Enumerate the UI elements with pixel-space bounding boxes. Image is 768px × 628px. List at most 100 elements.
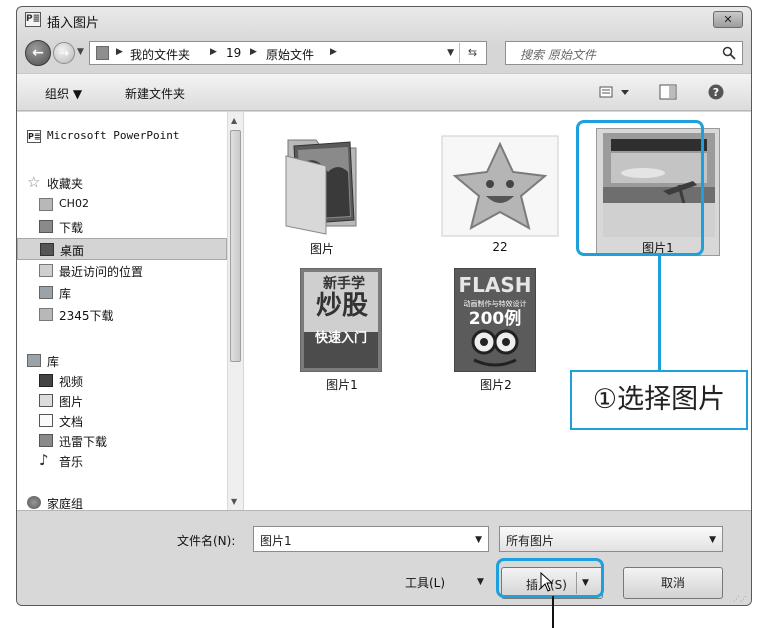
nav-item-documents[interactable]: 文档 — [17, 410, 227, 432]
scroll-thumb[interactable] — [230, 130, 241, 362]
cover-title-line3: 200例 — [469, 308, 522, 329]
nav-item-thunder-downloads[interactable]: 迅雷下载 — [17, 430, 227, 452]
tools-button[interactable]: 工具(L) — [405, 574, 445, 591]
search-icon[interactable] — [722, 46, 736, 60]
flash-book-cover: FLASH 动画制作与特效设计 200例 — [454, 268, 536, 372]
folder-icon — [39, 198, 53, 211]
address-row: ← → ▼ ▶ 我的文件夹 ▶ 19 ▶ 原始文件 ▶ ▼ ⇆ 搜索 原始文件 — [17, 37, 751, 69]
address-dropdown-icon[interactable]: ▼ — [447, 48, 454, 58]
breadcrumb-item[interactable]: 我的文件夹 — [130, 46, 190, 63]
nav-label: 收藏夹 — [47, 177, 84, 191]
back-button[interactable]: ← — [25, 40, 51, 66]
nav-label: 图片 — [59, 395, 84, 409]
star-icon: ☆ — [27, 173, 41, 191]
resize-grip-icon[interactable]: ⋰⋰ — [733, 595, 747, 603]
nav-item-favorites[interactable]: ☆ 收藏夹 — [17, 172, 227, 194]
cover-title-line1: FLASH — [458, 273, 531, 297]
insert-picture-dialog: P≣ 插入图片 ✕ ← → ▼ ▶ 我的文件夹 ▶ 19 ▶ 原始文件 ▶ ▼ … — [16, 6, 752, 606]
nav-label: 库 — [47, 355, 60, 369]
chevron-right-icon[interactable]: ▶ — [250, 47, 257, 57]
scroll-up-icon[interactable]: ▲ — [231, 116, 237, 125]
file-item-star[interactable]: 22 — [440, 134, 560, 258]
address-bar[interactable]: ▶ 我的文件夹 ▶ 19 ▶ 原始文件 ▶ ▼ ⇆ — [89, 41, 487, 65]
preview-pane-icon[interactable] — [659, 84, 677, 100]
folder-thumbnail-icon — [285, 139, 357, 235]
nav-label: CH02 — [59, 197, 89, 210]
file-item-folder[interactable]: 图片 — [274, 126, 370, 258]
filetype-value: 所有图片 — [506, 534, 555, 548]
breadcrumb-item[interactable]: 19 — [226, 46, 241, 60]
cover-title-line3: 快速入门 — [315, 330, 367, 346]
chevron-down-icon[interactable]: ▼ — [475, 535, 482, 545]
library-icon — [39, 286, 53, 299]
selection-highlight — [576, 120, 704, 256]
nav-item-library-fav[interactable]: 库 — [17, 282, 227, 304]
nav-label: 文档 — [59, 415, 84, 429]
file-label: 22 — [492, 240, 508, 254]
file-label: 图片 — [309, 242, 334, 256]
view-options-icon[interactable] — [599, 84, 631, 100]
new-folder-button[interactable]: 新建文件夹 — [125, 85, 185, 102]
file-item-stock-book[interactable]: 新手学 炒股 快速入门 图片1 — [296, 268, 388, 392]
nav-item-desktop[interactable]: 桌面 — [17, 238, 227, 260]
nav-item-downloads[interactable]: 下载 — [17, 216, 227, 238]
filename-label: 文件名(N): — [177, 534, 236, 548]
pictures-icon — [39, 394, 53, 407]
homegroup-icon — [27, 496, 41, 509]
svg-text:?: ? — [713, 86, 719, 99]
nav-scrollbar[interactable]: ▲ ▼ — [227, 112, 243, 510]
chevron-right-icon[interactable]: ▶ — [210, 47, 217, 57]
cover-title-line1: 新手学 — [323, 275, 365, 292]
refresh-icon[interactable]: ⇆ — [459, 43, 485, 63]
library-icon — [27, 354, 41, 367]
powerpoint-app-icon: P≣ — [25, 12, 41, 27]
file-item-flash-book[interactable]: FLASH 动画制作与特效设计 200例 图片2 — [450, 268, 542, 392]
forward-button[interactable]: → — [53, 42, 75, 64]
nav-item-libraries[interactable]: 库 — [17, 350, 227, 372]
desktop-icon — [40, 243, 54, 256]
navigation-pane: P≣ Microsoft PowerPoint ☆ 收藏夹 CH02 下载 桌面… — [17, 112, 243, 511]
file-label: 图片2 — [480, 378, 512, 392]
filetype-select[interactable]: 所有图片 ▼ — [499, 526, 723, 552]
nav-label: 2345下载 — [59, 309, 114, 323]
powerpoint-icon: P≣ — [27, 130, 41, 143]
breadcrumb-item[interactable]: 原始文件 — [266, 46, 314, 63]
cancel-button[interactable]: 取消 — [623, 567, 723, 599]
stock-book-cover: 新手学 炒股 快速入门 — [300, 268, 382, 372]
callout-connector — [658, 256, 661, 370]
nav-label: 库 — [59, 287, 72, 301]
nav-item-ch02[interactable]: CH02 — [17, 194, 227, 216]
music-icon: ♪ — [39, 451, 49, 469]
nav-label: 音乐 — [59, 455, 84, 469]
close-button[interactable]: ✕ — [713, 11, 743, 28]
download-folder-icon — [39, 220, 53, 233]
organize-menu[interactable]: 组织 ▼ — [45, 85, 82, 102]
callout-label: ①选择图片 — [570, 370, 748, 430]
nav-item-videos[interactable]: 视频 — [17, 370, 227, 392]
help-icon[interactable]: ? — [707, 84, 725, 100]
download-folder-icon — [39, 434, 53, 447]
chevron-right-icon[interactable]: ▶ — [330, 47, 337, 57]
pointer-line — [552, 596, 554, 628]
nav-item-2345-downloads[interactable]: 2345下载 — [17, 304, 227, 326]
cover-title-line2: 炒股 — [316, 291, 368, 321]
command-toolbar: 组织 ▼ 新建文件夹 ? — [17, 73, 751, 111]
chevron-down-icon[interactable]: ▼ — [477, 577, 484, 587]
search-placeholder: 搜索 原始文件 — [520, 48, 596, 62]
nav-item-powerpoint[interactable]: P≣ Microsoft PowerPoint — [17, 126, 227, 148]
nav-item-recent-places[interactable]: 最近访问的位置 — [17, 260, 227, 282]
nav-item-pictures[interactable]: 图片 — [17, 390, 227, 412]
recent-pages-dropdown[interactable]: ▼ — [77, 47, 84, 57]
chevron-right-icon[interactable]: ▶ — [116, 47, 123, 57]
search-input[interactable]: 搜索 原始文件 — [505, 41, 743, 65]
chevron-down-icon[interactable]: ▼ — [709, 535, 716, 545]
filename-input[interactable]: 图片1 ▼ — [253, 526, 489, 552]
documents-icon — [39, 414, 53, 427]
cover-title-line2: 动画制作与特效设计 — [464, 299, 527, 308]
nav-item-music[interactable]: ♪ 音乐 — [17, 450, 227, 472]
nav-label: 视频 — [59, 375, 84, 389]
folder-icon — [96, 46, 109, 60]
scroll-down-icon[interactable]: ▼ — [231, 497, 237, 506]
title-bar: P≣ 插入图片 ✕ — [17, 7, 751, 33]
star-thumbnail-icon — [441, 135, 559, 237]
